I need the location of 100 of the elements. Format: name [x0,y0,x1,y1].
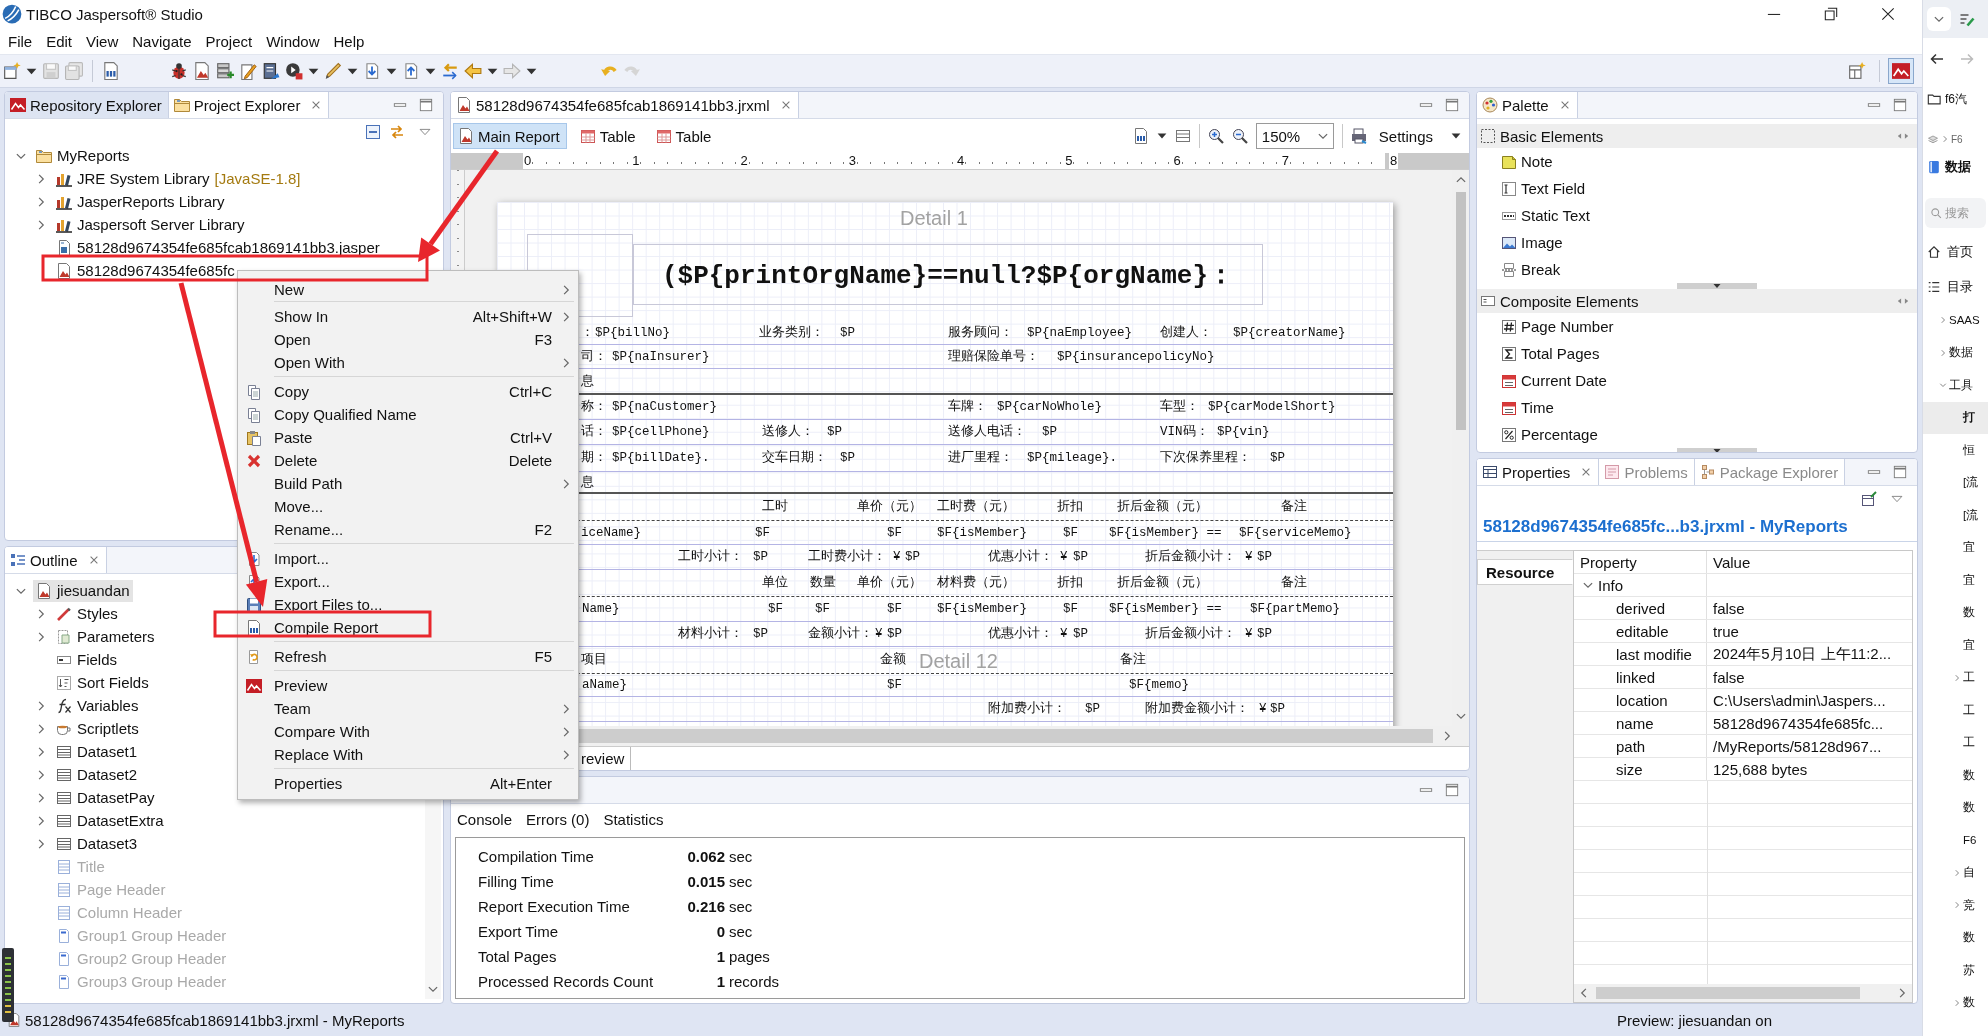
property-group[interactable]: Info [1574,574,1707,596]
report-text[interactable]: 备注 [1281,570,1307,597]
nav-link[interactable]: 目录 [1947,277,1973,296]
report-text[interactable]: $P{creatorName} [1233,321,1346,345]
palette-item[interactable]: Percentage [1501,426,1598,443]
sidebar-item[interactable]: 数 [1923,596,1988,629]
report-text[interactable]: $P [753,622,768,647]
report-text[interactable]: $P{vin} [1217,420,1270,445]
report-text[interactable]: 附加费金额小计： [1145,697,1249,722]
column-header[interactable]: Value [1707,551,1912,573]
maximize-icon[interactable] [1445,98,1459,112]
report-text[interactable]: $F [815,597,830,622]
scroll-handle[interactable] [1677,283,1757,289]
new-file-icon[interactable] [3,62,21,80]
report-text[interactable]: $P{naInsurer} [612,345,710,369]
column-header[interactable]: Property [1574,551,1707,573]
sidebar-item[interactable]: 苏 [1923,954,1988,987]
report-text[interactable]: 送修人电话： [948,420,1026,445]
report-text[interactable]: $P [1257,622,1272,647]
view-tab[interactable]: Package Explorer [1694,459,1846,485]
report-text[interactable]: VIN码： [1160,420,1209,445]
property-value[interactable]: /MyReports/58128d967... [1707,735,1912,757]
tree-item[interactable]: Dataset2 [53,763,141,786]
report-text[interactable]: 附加费小计： [988,697,1066,722]
tree-item[interactable]: Dataset3 [53,832,141,855]
sidebar-item[interactable]: [流 [1923,499,1988,532]
settings-icon[interactable] [1350,128,1367,144]
report-text[interactable]: $F{isMember} [937,597,1027,622]
sidebar-item[interactable]: 竞 [1923,889,1988,922]
report-text[interactable]: ¥ [893,545,901,570]
sidebar-item[interactable]: 数 [1923,986,1988,1019]
caret-icon[interactable] [1451,131,1461,141]
sidebar-item[interactable]: 宜 [1923,531,1988,564]
menu-item[interactable]: Help [326,30,372,52]
side-tab[interactable]: Resource [1477,559,1573,585]
report-text[interactable]: 话： [581,420,607,445]
view-tab[interactable]: Repository Explorer [5,92,169,118]
report-text[interactable]: 单位 [762,570,788,597]
report-text[interactable]: 期： [581,445,607,472]
report-text[interactable]: $P{billNo} [595,321,670,345]
new-window-icon[interactable] [1861,491,1877,507]
report-text[interactable]: $P [1085,697,1100,722]
report-text[interactable]: 优惠小计： [988,545,1053,570]
report-text[interactable]: 材料费（元） [937,570,1015,597]
report-text[interactable]: 备注 [1281,494,1307,521]
settings-button[interactable]: Settings [1378,127,1433,145]
report-text[interactable]: $F{memo} [1129,674,1189,697]
tree-item[interactable]: jiesuandan [33,579,133,602]
property-value[interactable]: true [1707,620,1912,642]
chart-icon[interactable] [1892,62,1910,80]
sidebar-item[interactable]: F6 [1923,824,1988,857]
palette-item[interactable]: Time [1501,399,1554,416]
run-icon[interactable] [285,62,303,80]
palette-item[interactable]: Note [1501,153,1553,170]
menu-item[interactable]: Team [238,697,578,720]
report-text[interactable]: 备注 [1120,647,1146,674]
menu-item[interactable]: Compile Report [238,616,578,639]
tree-item[interactable]: JRE System Library [JavaSE-1.8] [53,167,304,190]
sync-arrows-icon[interactable] [389,123,405,140]
menu-item[interactable]: Show In Alt+Shift+W [238,305,578,328]
menu-item[interactable]: File [1,30,40,52]
view-tab[interactable]: Outline [5,547,107,573]
tree-item[interactable]: Sort Fields [53,671,152,694]
sidebar-item[interactable]: 宜 [1923,564,1988,597]
report-text[interactable]: 工时 [762,494,788,521]
sidebar-item[interactable]: 数据 [1923,336,1988,369]
report-text[interactable]: 折扣 [1057,494,1083,521]
console-tab[interactable]: Console [457,810,513,828]
open-perspective-icon[interactable] [1848,62,1866,80]
zoom-in-icon[interactable] [1207,128,1224,144]
palette-item[interactable]: Text Field [1501,180,1586,197]
report-text[interactable]: $P{naCustomer} [612,395,718,420]
report-text[interactable]: Name} [582,597,620,622]
scrollbar[interactable] [1574,984,1912,1002]
report-text[interactable]: 工时小计： [678,545,743,570]
menu-item[interactable]: Delete Delete [238,449,578,472]
report-text[interactable]: 理赔保险单号： [948,345,1039,369]
tree-item[interactable]: MyReports [33,144,133,167]
report-text[interactable]: $F{partMemo} [1250,597,1340,622]
report-text[interactable]: $P [753,545,768,570]
report-text[interactable]: $P [1042,420,1057,445]
report-text[interactable]: $F [768,597,783,622]
tree-item[interactable]: Fields [53,648,120,671]
report-text[interactable]: 下次保养里程： [1160,445,1251,472]
editor-tab[interactable]: 58128d9674354fe685fcab1869141bb3.jrxml [451,92,799,118]
report-text[interactable]: $F [887,521,902,545]
menu-item[interactable]: Window [259,30,327,52]
view-tab[interactable]: Table [574,123,643,149]
report-text[interactable]: ： [581,321,594,345]
sidebar-item[interactable]: 数 [1923,791,1988,824]
report-title[interactable]: ($P{printOrgName}==null?$P{orgName}： [633,244,1263,305]
report-text[interactable]: 金额小计： [808,622,873,647]
property-value[interactable]: 58128d9674354fe685fc... [1707,712,1912,734]
report-text[interactable]: 创建人： [1160,321,1212,345]
report-text[interactable]: 折后金额（元） [1117,570,1208,597]
tree-item[interactable]: Parameters [53,625,158,648]
view-menu-icon[interactable] [1891,493,1903,505]
tree-item[interactable]: DatasetExtra [53,809,167,832]
palette-item[interactable]: Total Pages [1501,345,1600,362]
edit-list-icon[interactable] [1959,11,1975,27]
